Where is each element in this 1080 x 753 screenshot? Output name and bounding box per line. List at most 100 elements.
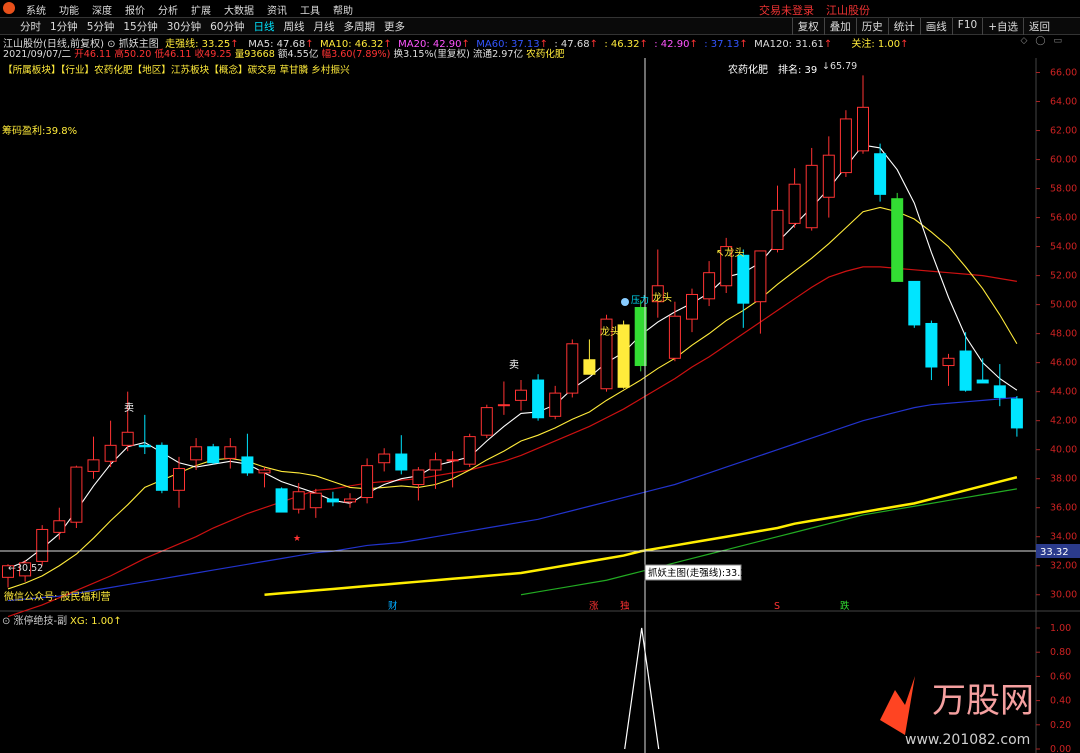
main-menu: 系统 功能 深度 报价 分析 扩展 大数据 资讯 工具 帮助 [26,2,353,17]
candle-body [515,389,527,401]
candle-body [378,453,391,464]
event-marker: S [774,601,780,612]
ma20-line [7,266,1018,618]
minimize-icon[interactable]: ◇ [1020,36,1027,46]
candle-body [822,154,835,198]
menu-item-7[interactable]: 资讯 [267,2,287,17]
candle-body [874,153,887,195]
y-tick-label: 44.00 [1050,387,1077,398]
change: 幅3.60(7.89%) [321,49,391,60]
candle-body [138,444,151,448]
sub-indicator-name: ⊙ 涨停绝技-副 [2,614,67,627]
menu-item-6[interactable]: 大数据 [224,2,254,17]
candle-body [497,404,510,407]
y-tick-label: 32.00 [1050,561,1077,572]
period-tab-9[interactable]: 多周期 [344,19,376,34]
tool-button-5[interactable]: F10 [951,18,982,35]
candle-body [104,444,117,462]
tool-button-3[interactable]: 统计 [887,18,920,35]
sub-y-tick-label: 1.00 [1050,623,1071,634]
y-tick-label: 36.00 [1050,503,1077,514]
dragon-marker: 龙头 [652,291,672,304]
tool-button-1[interactable]: 叠加 [823,18,856,35]
candle-body [549,392,562,417]
y-tick-label: 38.00 [1050,474,1077,485]
period-tab-2[interactable]: 5分钟 [87,19,115,34]
dragon-marker: ↖龙头 [716,246,744,259]
candle-body [617,324,630,388]
period-tab-7[interactable]: 周线 [284,19,305,34]
menu-item-3[interactable]: 报价 [125,2,145,17]
tool-button-4[interactable]: 画线 [919,18,952,35]
high-price: 高50.20 [114,49,152,60]
menu-item-2[interactable]: 深度 [92,2,112,17]
event-marker: 独 [620,600,630,612]
period-tab-8[interactable]: 月线 [314,19,335,34]
candle-body [857,106,869,152]
tool-button-6[interactable]: +自选 [982,18,1023,35]
candlestick-chart[interactable]: 66.00 64.00 62.00 60.00 58.00 56.00 54.00 52.00… [0,0,1080,753]
candle-body [805,164,818,229]
tool-button-7[interactable]: 返回 [1023,18,1055,35]
sub-y-tick-label: 0.00 [1050,744,1071,753]
candle-body [2,565,14,578]
menu-item-9[interactable]: 帮助 [333,2,353,17]
y-tick-label: 64.00 [1050,97,1077,108]
maximize-icon[interactable]: ◯ [1035,36,1045,46]
period-tab-10[interactable]: 更多 [384,19,405,34]
menu-item-1[interactable]: 功能 [59,2,79,17]
tool-button-0[interactable]: 复权 [791,18,824,35]
sub-indicator-value: XG: 1.00↑ [70,616,122,627]
candle-body [976,379,989,384]
candle-body [788,183,801,224]
low-price: 低46.11 [154,49,192,60]
period-tab-0[interactable]: 分时 [20,19,41,34]
login-status-link[interactable]: 交易未登录 [759,2,814,18]
menu-item-5[interactable]: 扩展 [191,2,211,17]
period-tabs: 分时 1分钟 5分钟 15分钟 30分钟 60分钟 日线 周线 月线 多周期 更多 [20,19,405,34]
menu-bar: 系统 功能 深度 报价 分析 扩展 大数据 资讯 工具 帮助 交易未登录 江山股份 [0,0,1080,18]
stock-title: 江山股份 [826,4,870,17]
candle-body [566,343,579,394]
menu-item-4[interactable]: 分析 [158,2,178,17]
period-tab-5[interactable]: 60分钟 [210,19,244,34]
y-tick-label: 34.00 [1050,532,1077,543]
period-tab-1[interactable]: 1分钟 [50,19,78,34]
candle-body [891,198,904,282]
crosshair-tooltip-box [644,564,742,581]
amount: 额4.55亿 [277,49,319,60]
candle-body [53,520,66,533]
quote-info-line: 2021/09/07/二 开46.11 高50.20 低46.11 收49.25… [3,46,564,60]
app-logo-icon [3,2,15,14]
sub-y-tick-label: 0.40 [1050,696,1071,707]
y-tick-label: 62.00 [1050,126,1077,137]
candle-body [634,307,647,367]
candle-body [959,350,972,391]
period-tab-4[interactable]: 30分钟 [167,19,201,34]
y-tick-label: 50.00 [1050,300,1077,311]
y-tick-label: 60.00 [1050,155,1077,166]
period-tab-6[interactable]: 日线 [254,19,275,34]
event-marker: 涨 [589,601,599,612]
sell-marker: 卖 [509,359,519,371]
tool-button-2[interactable]: 历史 [855,18,888,35]
industry-tag[interactable]: 农药化肥 [526,49,564,60]
candle-body [87,459,100,472]
ranking-industry: 农药化肥 [728,63,768,76]
value-4: : 37.13 [704,39,740,50]
wechat-label: 微信公众号: 股民福利营 [4,590,111,603]
menu-item-0[interactable]: 系统 [26,2,46,17]
candle-body [361,465,374,499]
star-marker: ★ [293,534,301,544]
turnover: 换3.15%(里复权) [393,49,470,60]
menu-item-8[interactable]: 工具 [300,2,320,17]
focus-value: 关注: 1.00 [851,39,901,50]
sub-y-tick-label: 0.60 [1050,671,1071,682]
y-tick-label: 42.00 [1050,416,1077,427]
window-controls: ◇ ◯ ▭ [1020,36,1062,46]
crosshair-tooltip: 抓妖主图(走强线):33.25 [648,567,752,579]
period-tab-3[interactable]: 15分钟 [123,19,157,34]
close-icon[interactable]: ▭ [1053,36,1062,46]
candle-body [395,453,408,471]
y-tick-label: 46.00 [1050,358,1077,369]
